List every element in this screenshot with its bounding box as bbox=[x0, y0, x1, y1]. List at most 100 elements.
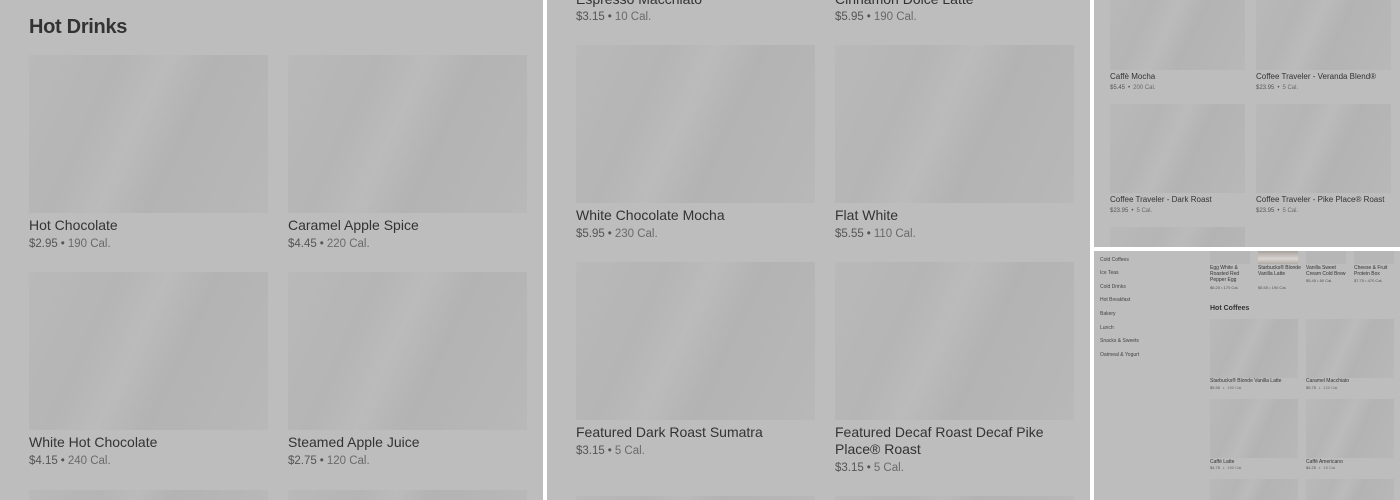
menu-item-calories: 5 Cal. bbox=[1282, 208, 1299, 214]
menu-item-image[interactable] bbox=[1306, 251, 1346, 264]
nav-item-lunch[interactable]: Lunch bbox=[1100, 325, 1114, 331]
nav-item-snacks-sweets[interactable]: Snacks & Sweets bbox=[1100, 338, 1139, 344]
menu-item-calories: 190 Cal. bbox=[873, 11, 917, 23]
menu-item-calories: 190 Cal. bbox=[1271, 285, 1287, 290]
menu-item-image[interactable] bbox=[1306, 399, 1394, 458]
menu-item-image[interactable] bbox=[576, 45, 815, 203]
menu-item-price: $5.95 bbox=[576, 228, 605, 240]
menu-item-image[interactable] bbox=[288, 55, 527, 213]
menu-item-meta: $23.95 • 5 Cal. bbox=[1256, 208, 1299, 214]
menu-item-meta: $3.15 • 5 Cal. bbox=[576, 445, 645, 457]
menu-item-image[interactable] bbox=[288, 490, 527, 500]
menu-item-image[interactable] bbox=[1258, 251, 1298, 264]
menu-item-price: $23.95 bbox=[1256, 208, 1275, 214]
menu-item-name[interactable]: Featured Dark Roast Sumatra bbox=[576, 424, 763, 441]
section-title: Hot Drinks bbox=[29, 16, 128, 38]
menu-item-image[interactable] bbox=[1354, 251, 1394, 264]
menu-item-name[interactable]: Caramel Macchiato bbox=[1306, 378, 1349, 384]
menu-item-image[interactable] bbox=[1110, 104, 1245, 193]
menu-item-name[interactable]: Coffee Traveler - Dark Roast bbox=[1110, 195, 1212, 205]
menu-item-price: $3.15 bbox=[835, 462, 864, 474]
menu-item-name[interactable]: Featured Decaf Roast Decaf Pike Place® R… bbox=[835, 424, 1060, 458]
menu-item-calories: 190 Cal. bbox=[1227, 385, 1243, 390]
menu-item-image[interactable] bbox=[1210, 479, 1298, 500]
menu-item-price: $7.75 bbox=[1354, 278, 1365, 283]
menu-item-meta: $6.25 • 170 Cal. bbox=[1210, 285, 1239, 290]
menu-item-price: $4.45 bbox=[288, 238, 317, 250]
menu-item-name[interactable]: Caramel Apple Spice bbox=[288, 217, 419, 234]
menu-item-image[interactable] bbox=[1210, 399, 1298, 458]
menu-item-price: $5.45 bbox=[1110, 85, 1126, 91]
menu-item-name[interactable]: Espresso Macchiato bbox=[576, 0, 702, 8]
menu-item-image[interactable] bbox=[1210, 319, 1298, 378]
menu-item-name[interactable]: Starbucks® Blonde Vanilla Latte bbox=[1258, 265, 1302, 277]
menu-item-image[interactable] bbox=[1110, 0, 1245, 70]
menu-item-meta: $5.45 • 80 Cal. bbox=[1306, 278, 1333, 283]
menu-item-name[interactable]: Cinnamon Dolce Latte bbox=[835, 0, 974, 8]
menu-item-image[interactable] bbox=[29, 490, 268, 500]
menu-item-calories: 5 Cal. bbox=[1136, 208, 1153, 214]
menu-item-price: $2.95 bbox=[29, 238, 58, 250]
menu-item-image[interactable] bbox=[1306, 479, 1394, 500]
nav-item-oatmeal-yogurt[interactable]: Oatmeal & Yogurt bbox=[1100, 352, 1139, 358]
menu-item-name[interactable]: Coffee Traveler - Pike Place® Roast bbox=[1256, 195, 1384, 205]
menu-item-meta: $23.95 • 5 Cal. bbox=[1110, 208, 1153, 214]
menu-item-meta: $5.55 • 190 Cal. bbox=[1258, 285, 1287, 290]
menu-item-name[interactable]: Cheese & Fruit Protein Box bbox=[1354, 265, 1398, 277]
menu-item-meta: $5.55 • 190 Cal. bbox=[1210, 385, 1243, 390]
nav-item-cold-drinks[interactable]: Cold Drinks bbox=[1100, 284, 1126, 290]
menu-item-calories: 240 Cal. bbox=[67, 455, 111, 467]
menu-item-price: $5.55 bbox=[1258, 285, 1269, 290]
menu-item-calories: 5 Cal. bbox=[873, 462, 904, 474]
menu-item-calories: 470 Cal. bbox=[1367, 278, 1383, 283]
menu-item-calories: 110 Cal. bbox=[873, 228, 916, 240]
menu-item-image[interactable] bbox=[29, 272, 268, 430]
nav-item-hot-breakfast[interactable]: Hot Breakfast bbox=[1100, 297, 1130, 303]
menu-item-price: $5.45 bbox=[1306, 278, 1317, 283]
menu-item-calories: 230 Cal. bbox=[614, 228, 658, 240]
menu-item-calories: 15 Cal. bbox=[1323, 465, 1337, 470]
menu-item-image[interactable] bbox=[835, 496, 1074, 500]
menu-item-image[interactable] bbox=[835, 262, 1074, 420]
menu-item-price: $2.75 bbox=[288, 455, 317, 467]
menu-item-name[interactable]: Caffè Mocha bbox=[1110, 72, 1155, 82]
menu-item-name[interactable]: Hot Chocolate bbox=[29, 217, 118, 234]
menu-item-image[interactable] bbox=[576, 262, 815, 420]
menu-item-image[interactable] bbox=[29, 55, 268, 213]
menu-item-name[interactable]: Starbucks® Blonde Vanilla Latte bbox=[1210, 378, 1281, 384]
menu-item-image[interactable] bbox=[1110, 227, 1245, 247]
menu-item-name[interactable]: Coffee Traveler - Veranda Blend® bbox=[1256, 72, 1376, 82]
menu-item-price: $3.15 bbox=[576, 11, 605, 23]
menu-item-name[interactable]: White Chocolate Mocha bbox=[576, 207, 725, 224]
menu-item-calories: 120 Cal. bbox=[1323, 385, 1339, 390]
menu-item-meta: $5.55 • 110 Cal. bbox=[835, 228, 916, 240]
menu-item-image[interactable] bbox=[835, 45, 1074, 203]
menu-item-image[interactable] bbox=[1256, 104, 1391, 193]
menu-item-calories: 5 Cal. bbox=[1282, 85, 1299, 91]
menu-item-calories: 120 Cal. bbox=[326, 455, 370, 467]
menu-item-meta: $3.15 • 5 Cal. bbox=[835, 462, 904, 474]
menu-item-name[interactable]: White Hot Chocolate bbox=[29, 434, 157, 451]
menu-item-name[interactable]: Vanilla Sweet Cream Cold Brew bbox=[1306, 265, 1350, 277]
menu-item-calories: 10 Cal. bbox=[614, 11, 652, 23]
menu-item-image[interactable] bbox=[1256, 0, 1391, 70]
menu-item-name[interactable]: Flat White bbox=[835, 207, 898, 224]
menu-item-meta: $5.75 • 120 Cal. bbox=[1306, 385, 1339, 390]
menu-item-price: $4.15 bbox=[29, 455, 58, 467]
menu-item-image[interactable] bbox=[576, 496, 815, 500]
coffee-panel: Espresso Macchiato $3.15•10 Cal. Cinnamo… bbox=[547, 0, 1090, 500]
menu-item-image[interactable] bbox=[1210, 251, 1250, 264]
nav-item-ice-teas[interactable]: Ice Teas bbox=[1100, 270, 1119, 276]
menu-item-price: $5.55 bbox=[835, 228, 864, 240]
nav-item-cold-coffees[interactable]: Cold Coffees bbox=[1100, 257, 1129, 263]
menu-item-price: $5.75 bbox=[1306, 385, 1317, 390]
menu-item-price: $23.95 bbox=[1256, 85, 1275, 91]
nav-item-bakery[interactable]: Bakery bbox=[1100, 311, 1116, 317]
menu-item-name[interactable]: Steamed Apple Juice bbox=[288, 434, 420, 451]
menu-item-name[interactable]: Egg White & Roasted Red Pepper Egg bbox=[1210, 265, 1254, 283]
menu-item-meta: $4.45 • 220 Cal. bbox=[288, 238, 370, 250]
menu-item-calories: 190 Cal. bbox=[67, 238, 111, 250]
menu-item-image[interactable] bbox=[1306, 319, 1394, 378]
menu-item-image[interactable] bbox=[288, 272, 527, 430]
menu-item-calories: 170 Cal. bbox=[1223, 285, 1239, 290]
